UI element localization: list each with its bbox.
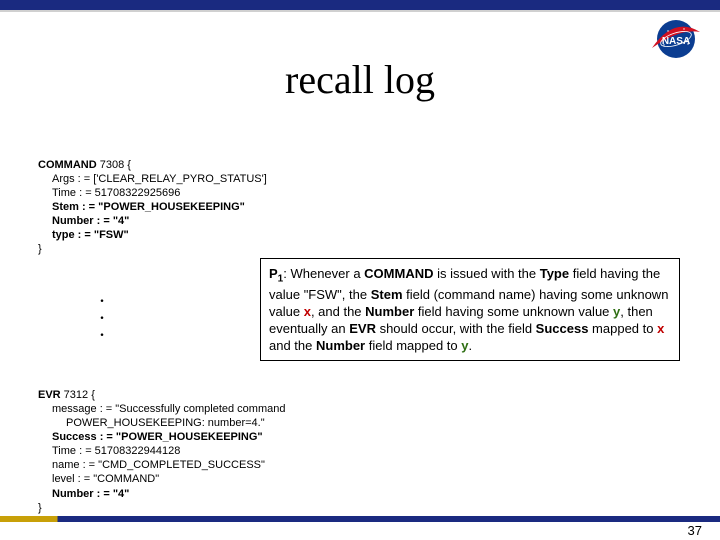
callout-t1: : Whenever a (283, 266, 364, 281)
command-number: Number : = "4" (38, 214, 267, 228)
callout-kw-evr: EVR (349, 321, 376, 336)
ellipsis-dots: ... (100, 290, 104, 340)
command-close-brace: } (38, 242, 267, 256)
evr-success: Success : = "POWER_HOUSEKEEPING" (38, 430, 285, 444)
evr-level: level : = "COMMAND" (38, 472, 285, 486)
evr-name: name : = "CMD_COMPLETED_SUCCESS" (38, 458, 285, 472)
callout-t9: mapped to (588, 321, 657, 336)
callout-t11: field mapped to (365, 338, 461, 353)
command-keyword: COMMAND (38, 159, 97, 171)
property-label: P (269, 266, 278, 281)
callout-t8: should occur, with the field (376, 321, 536, 336)
evr-log-block: EVR 7312 { message : = "Successfully com… (38, 388, 285, 515)
slide-title: recall log (0, 56, 720, 103)
command-type: type : = "FSW" (38, 228, 267, 242)
property-callout-box: P1: Whenever a COMMAND is issued with th… (260, 258, 680, 361)
nasa-logo-icon: NASA (646, 18, 702, 60)
evr-number: Number : = "4" (38, 487, 285, 501)
callout-t12: . (468, 338, 472, 353)
evr-header-rest: 7312 { (61, 389, 95, 401)
command-log-block: COMMAND 7308 { Args : = ['CLEAR_RELAY_PY… (38, 158, 267, 257)
callout-kw-success: Success (536, 321, 589, 336)
callout-t2: is issued with the (434, 266, 540, 281)
callout-t5: , and the (311, 304, 365, 319)
callout-var-x1: x (304, 304, 311, 319)
callout-t10: and the (269, 338, 316, 353)
callout-var-x2: x (657, 321, 664, 336)
command-time: Time : = 51708322925696 (38, 186, 267, 200)
callout-kw-type: Type (540, 266, 569, 281)
callout-kw-number: Number (365, 304, 414, 319)
evr-keyword: EVR (38, 389, 61, 401)
command-args: Args : = ['CLEAR_RELAY_PYRO_STATUS'] (38, 172, 267, 186)
bottom-accent-bar (0, 516, 720, 522)
callout-t6: field having some unknown value (414, 304, 613, 319)
evr-message-line1: message : = "Successfully completed comm… (38, 402, 285, 416)
evr-close-brace: } (38, 501, 285, 515)
callout-kw-stem: Stem (371, 287, 403, 302)
callout-kw-number2: Number (316, 338, 365, 353)
svg-text:NASA: NASA (662, 36, 690, 47)
top-accent-bar (0, 0, 720, 12)
command-header-rest: 7308 { (97, 159, 131, 171)
callout-kw-command: COMMAND (364, 266, 433, 281)
page-number: 37 (688, 523, 702, 538)
command-stem: Stem : = "POWER_HOUSEKEEPING" (38, 200, 267, 214)
evr-message-line2: POWER_HOUSEKEEPING: number=4." (38, 416, 285, 430)
evr-time: Time : = 51708322944128 (38, 444, 285, 458)
